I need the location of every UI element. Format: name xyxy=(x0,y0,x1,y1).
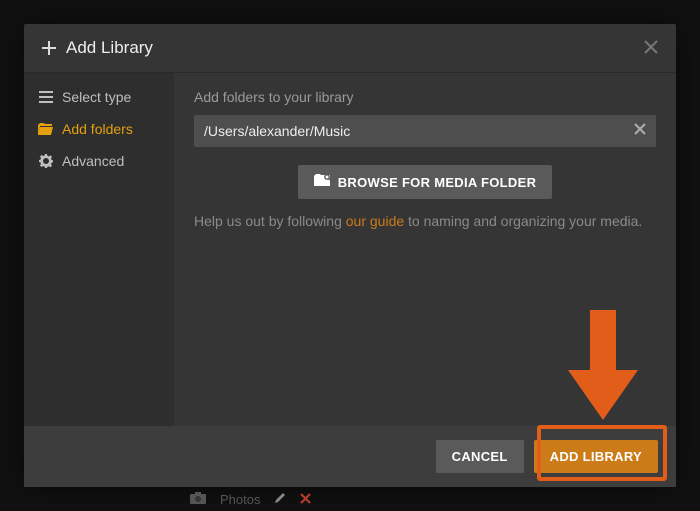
modal-titlebar: Add Library xyxy=(24,24,676,73)
modal-body: Select type Add folders Advanced Add fol… xyxy=(24,73,676,426)
delete-icon xyxy=(300,492,311,507)
camera-icon xyxy=(190,492,206,507)
folder-open-icon xyxy=(38,123,54,135)
instruction-text: Add folders to your library xyxy=(194,89,656,105)
cancel-button[interactable]: CANCEL xyxy=(436,440,524,473)
help-text-post: to naming and organizing your media. xyxy=(404,213,642,229)
list-icon xyxy=(38,91,54,103)
sidebar-item-label: Add folders xyxy=(62,121,133,137)
main-pane: Add folders to your library /Users/alexa… xyxy=(174,73,676,426)
pencil-icon xyxy=(274,492,286,507)
add-library-modal: Add Library Select type Add folders xyxy=(24,24,676,487)
folder-search-icon xyxy=(314,174,330,190)
background-row-label: Photos xyxy=(220,492,260,507)
remove-folder-icon[interactable] xyxy=(634,123,646,139)
sidebar-item-advanced[interactable]: Advanced xyxy=(24,145,174,177)
browse-button[interactable]: BROWSE FOR MEDIA FOLDER xyxy=(298,165,553,199)
modal-footer: CANCEL ADD LIBRARY xyxy=(24,426,676,487)
add-library-button[interactable]: ADD LIBRARY xyxy=(534,440,658,473)
browse-button-label: BROWSE FOR MEDIA FOLDER xyxy=(338,175,537,190)
help-text-pre: Help us out by following xyxy=(194,213,346,229)
sidebar-item-add-folders[interactable]: Add folders xyxy=(24,113,174,145)
sidebar-item-label: Select type xyxy=(62,89,131,105)
sidebar-item-select-type[interactable]: Select type xyxy=(24,81,174,113)
modal-title: Add Library xyxy=(66,38,153,58)
sidebar-item-label: Advanced xyxy=(62,153,124,169)
background-row: Photos xyxy=(190,492,311,507)
close-icon[interactable] xyxy=(644,39,658,57)
gear-icon xyxy=(38,154,54,168)
wizard-sidebar: Select type Add folders Advanced xyxy=(24,73,174,426)
help-link[interactable]: our guide xyxy=(346,213,404,229)
folder-path-row: /Users/alexander/Music xyxy=(194,115,656,147)
folder-path-text: /Users/alexander/Music xyxy=(204,123,634,139)
plus-icon xyxy=(42,41,56,55)
browse-row: BROWSE FOR MEDIA FOLDER xyxy=(194,165,656,199)
help-text: Help us out by following our guide to na… xyxy=(194,213,656,229)
